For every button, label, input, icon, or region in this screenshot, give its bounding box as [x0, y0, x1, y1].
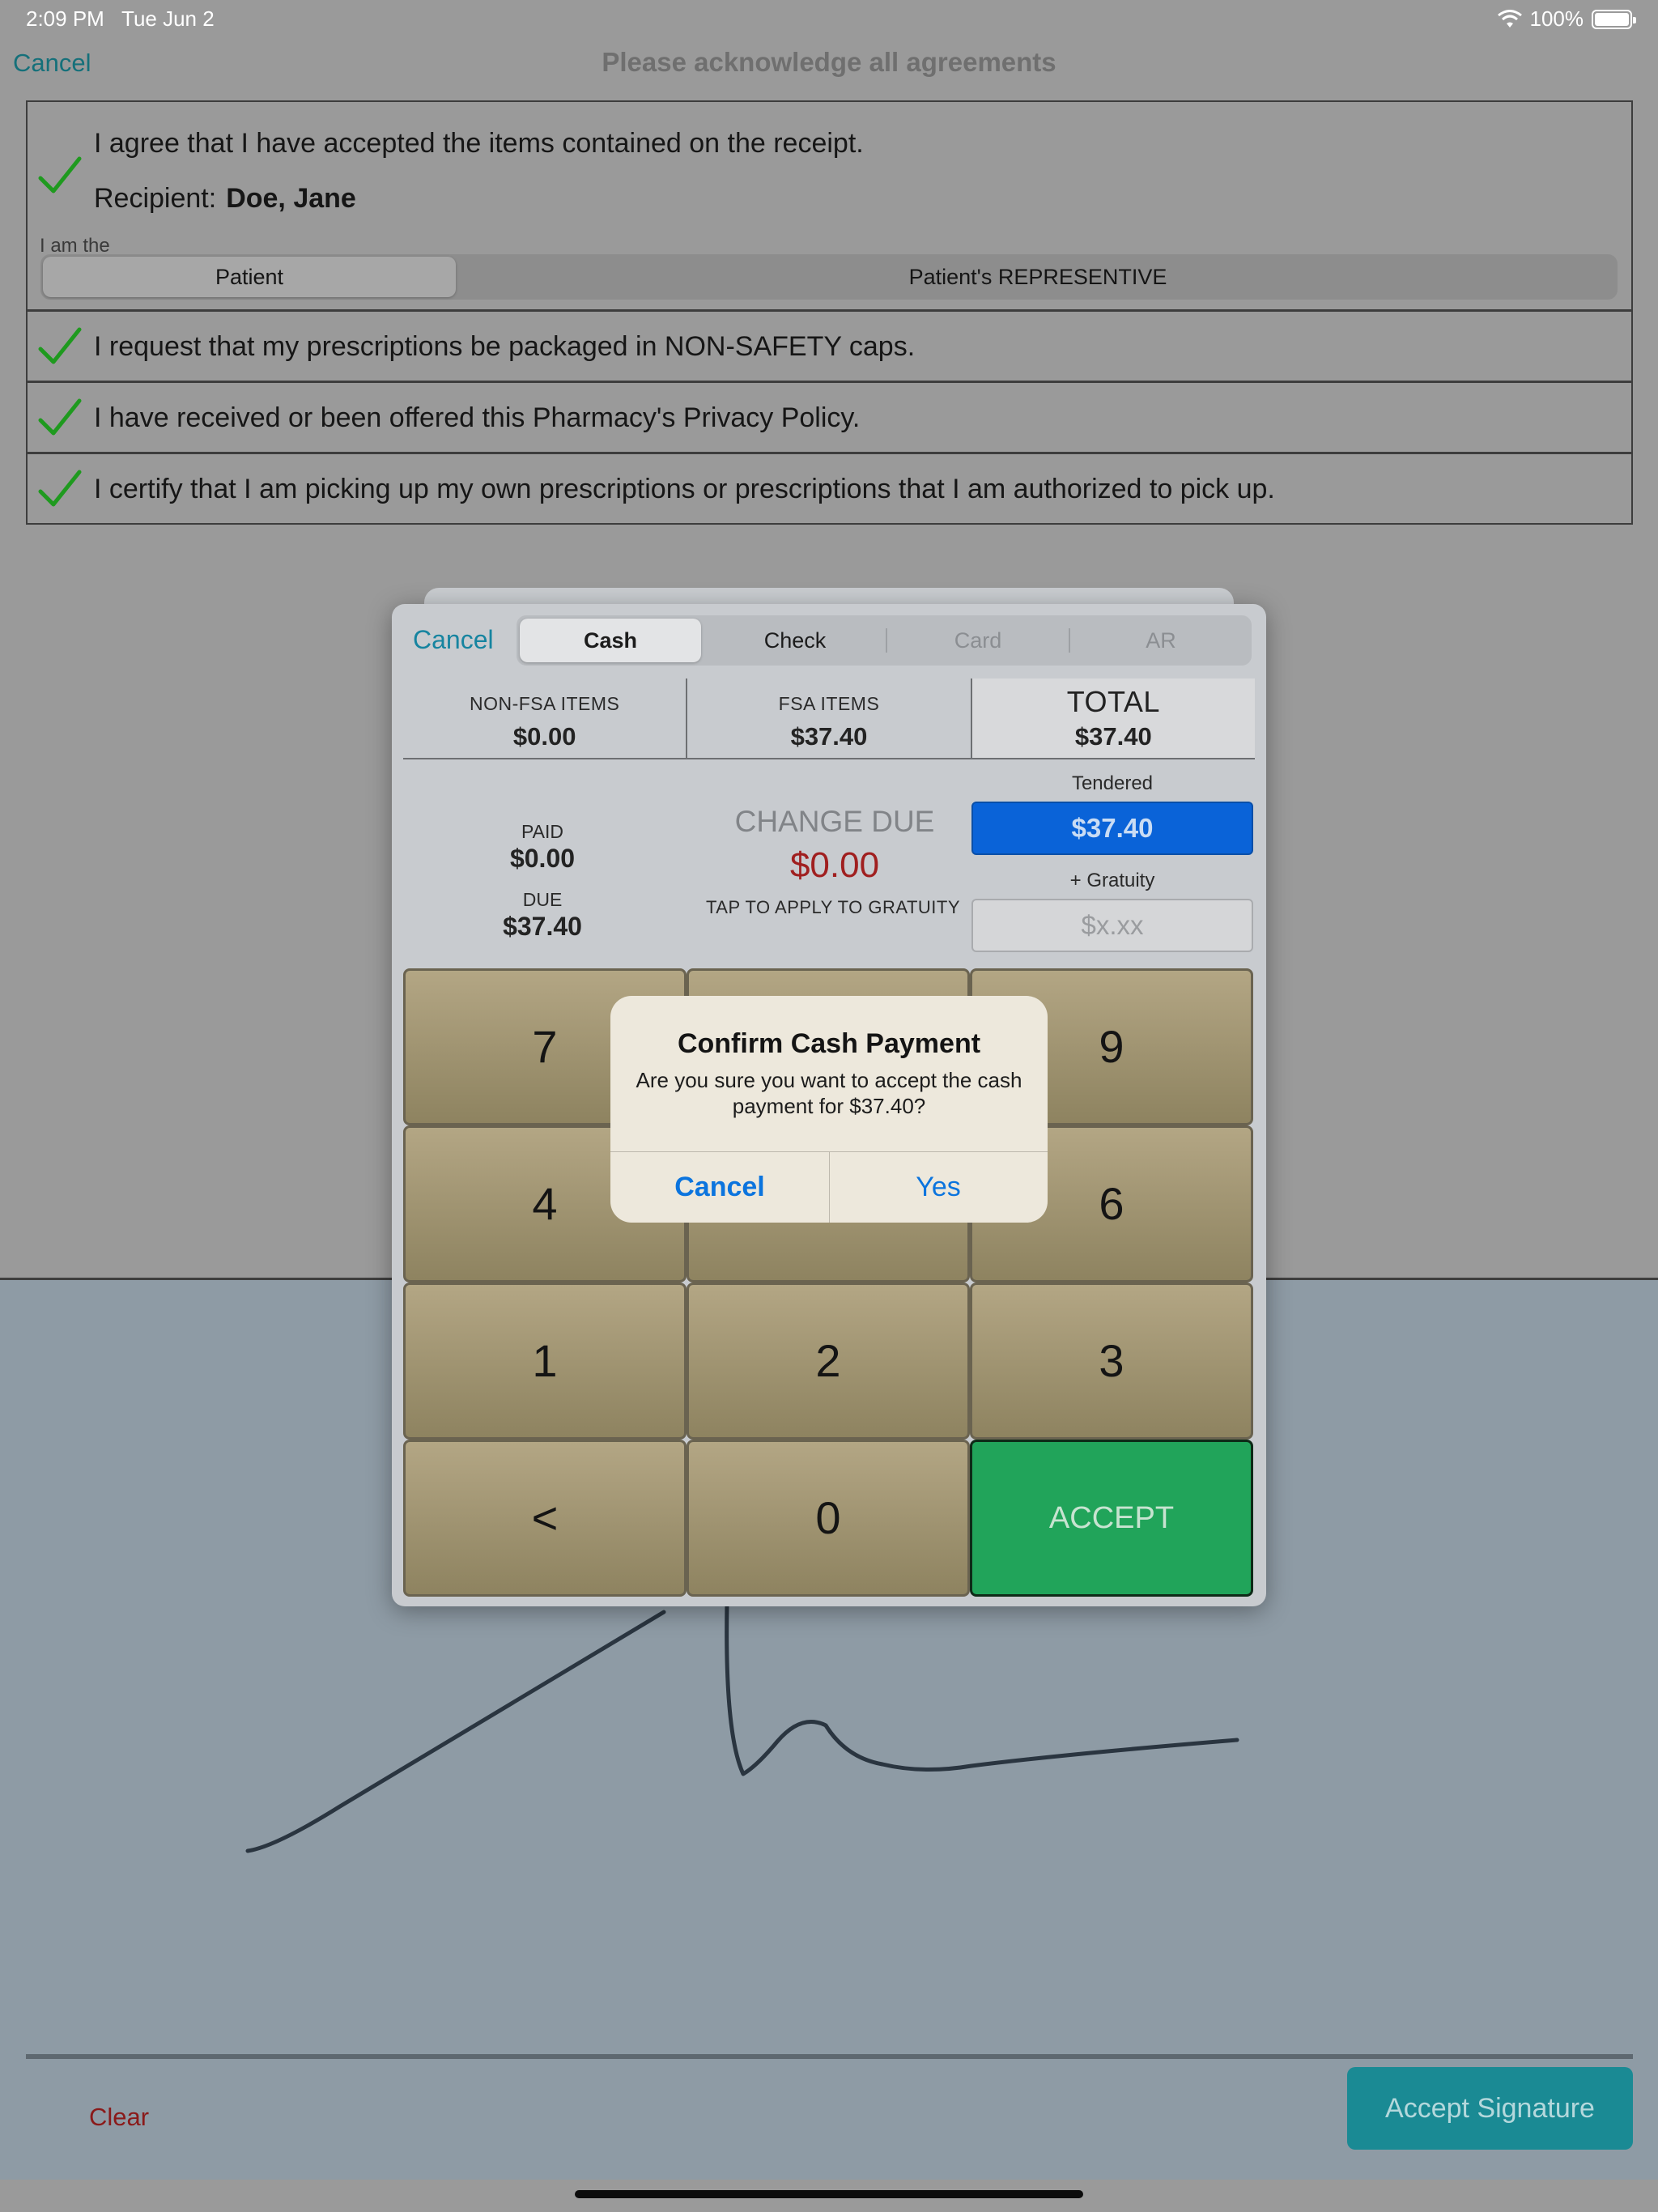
total-cell: TOTAL $37.40 — [970, 678, 1255, 758]
agreement-row-privacy[interactable]: I have received or been offered this Pha… — [26, 382, 1633, 453]
key-3[interactable]: 3 — [970, 1283, 1253, 1440]
fsa-label: FSA ITEMS — [778, 693, 880, 714]
battery-icon — [1592, 9, 1636, 29]
change-due-label: CHANGE DUE — [734, 805, 935, 838]
fsa-value: $37.40 — [790, 722, 868, 751]
recipient-label: Recipient: — [94, 183, 217, 214]
method-ar[interactable]: AR — [1070, 615, 1252, 666]
confirm-cash-alert: Confirm Cash Payment Are you sure you wa… — [610, 996, 1048, 1223]
agreement-row-receipt[interactable]: I agree that I have accepted the items c… — [26, 100, 1633, 311]
tendered-label: Tendered — [1071, 772, 1154, 794]
key-0[interactable]: 0 — [687, 1440, 970, 1597]
agreement-text: I agree that I have accepted the items c… — [94, 128, 864, 159]
checkmark-icon — [38, 156, 82, 194]
clear-button[interactable]: Clear — [89, 2103, 149, 2132]
accept-signature-button[interactable]: Accept Signature — [1347, 2067, 1633, 2150]
non-fsa-label: NON-FSA ITEMS — [469, 693, 620, 714]
agreement-text: I request that my prescriptions be packa… — [94, 331, 916, 362]
key-backspace[interactable]: < — [403, 1440, 687, 1597]
agreement-row-certify[interactable]: I certify that I am picking up my own pr… — [26, 453, 1633, 525]
alert-cancel-button[interactable]: Cancel — [610, 1151, 829, 1223]
payment-method-control[interactable]: Cash Check Card AR — [517, 615, 1252, 666]
status-time: 2:09 PM Tue Jun 2 — [26, 6, 215, 32]
alert-yes-button[interactable]: Yes — [829, 1151, 1048, 1223]
accept-payment-button[interactable]: ACCEPT — [970, 1440, 1253, 1597]
agreements-list: I agree that I have accepted the items c… — [26, 100, 1633, 525]
payment-cancel-button[interactable]: Cancel — [413, 625, 494, 655]
battery-percent: 100% — [1529, 6, 1584, 31]
non-fsa-value: $0.00 — [512, 722, 576, 751]
method-cash[interactable]: Cash — [520, 619, 701, 662]
status-bar: 2:09 PM Tue Jun 2 100% — [0, 0, 1658, 39]
tendered-input[interactable]: $37.40 — [971, 802, 1253, 855]
total-label: TOTAL — [1066, 685, 1160, 718]
totals-row: NON-FSA ITEMS $0.00 FSA ITEMS $37.40 TOT… — [403, 678, 1255, 759]
checkmark-icon — [38, 470, 82, 507]
checkmark-icon — [38, 398, 82, 436]
home-indicator[interactable] — [575, 2190, 1083, 2198]
agreement-text: I have received or been offered this Pha… — [94, 402, 861, 433]
alert-title: Confirm Cash Payment — [677, 1028, 981, 1059]
apply-gratuity-hint[interactable]: TAP TO APPLY TO GRATUITY — [675, 897, 991, 918]
total-value: $37.40 — [1074, 722, 1152, 751]
gratuity-label: + Gratuity — [1069, 870, 1155, 891]
method-check[interactable]: Check — [704, 615, 886, 666]
role-option-representative[interactable]: Patient's REPRESENTIVE — [458, 254, 1618, 300]
agreement-row-caps[interactable]: I request that my prescriptions be packa… — [26, 311, 1633, 382]
fsa-cell: FSA ITEMS $37.40 — [686, 678, 970, 758]
key-2[interactable]: 2 — [687, 1283, 970, 1440]
role-option-patient[interactable]: Patient — [43, 257, 456, 297]
agreement-text: I certify that I am picking up my own pr… — [94, 474, 1275, 504]
paid-label: PAID — [521, 821, 563, 842]
key-1[interactable]: 1 — [403, 1283, 687, 1440]
page-title: Please acknowledge all agreements — [602, 47, 1056, 77]
status-indicators: 100% — [1497, 6, 1636, 32]
method-card[interactable]: Card — [887, 615, 1069, 666]
gratuity-input[interactable]: $x.xx — [971, 899, 1253, 952]
status-date: Tue Jun 2 — [121, 6, 215, 31]
wifi-icon — [1497, 9, 1522, 28]
status-clock: 2:09 PM — [26, 6, 104, 31]
alert-message: Are you sure you want to accept the cash… — [636, 1068, 1022, 1118]
due-label: DUE — [522, 889, 563, 910]
non-fsa-cell: NON-FSA ITEMS $0.00 — [403, 678, 686, 758]
paid-value: $0.00 — [509, 844, 576, 873]
due-value: $37.40 — [503, 912, 582, 941]
change-due-value[interactable]: $0.00 — [693, 845, 976, 886]
recipient-name: Doe, Jane — [226, 183, 356, 214]
role-segmented-control[interactable]: Patient Patient's REPRESENTIVE — [40, 254, 1618, 300]
checkmark-icon — [38, 327, 82, 364]
signature-baseline — [26, 2054, 1633, 2059]
recipient: Recipient: Doe, Jane — [94, 183, 356, 215]
